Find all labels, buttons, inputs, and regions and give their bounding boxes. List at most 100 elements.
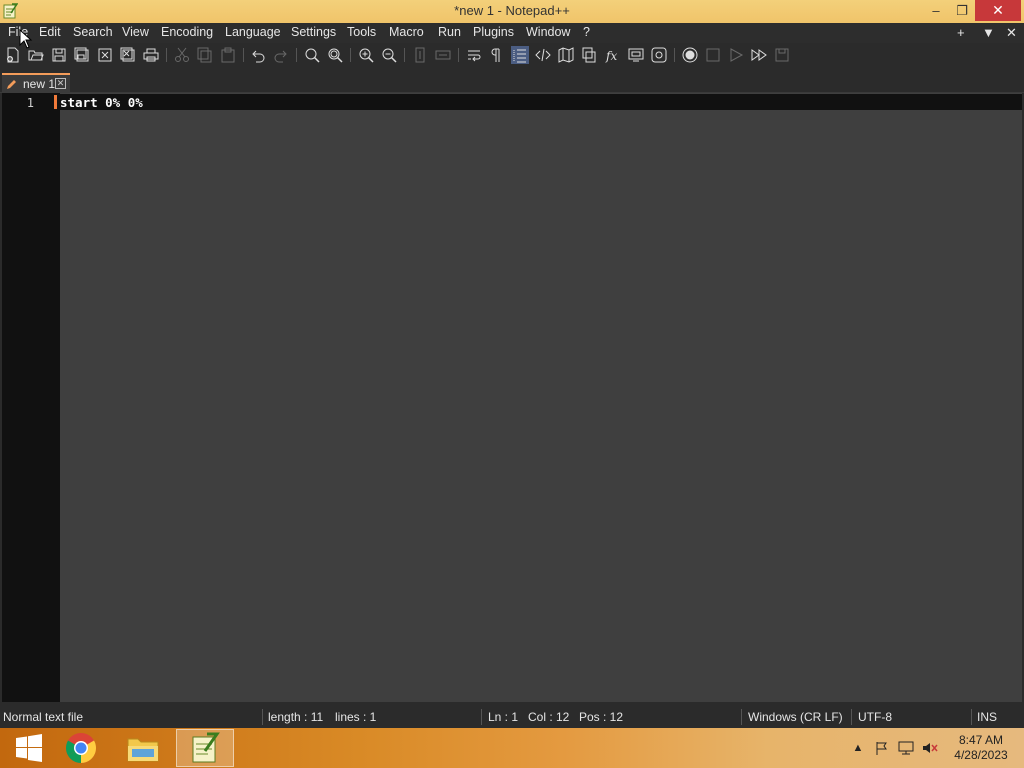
find-icon[interactable] [303,46,321,64]
folder-icon [127,738,159,762]
add-tab-button[interactable]: + [957,25,965,40]
undo-icon[interactable] [249,46,267,64]
status-pos: Pos : 12 [579,710,624,724]
document-list-icon[interactable] [580,46,598,64]
language-tag-icon[interactable] [534,46,552,64]
menu-run[interactable]: Run [438,25,461,39]
save-all-icon[interactable] [73,46,91,64]
status-ln: Ln : 1 [488,710,519,724]
indent-guide-icon[interactable] [511,46,529,64]
minimize-button[interactable]: – [922,0,950,21]
close-tab-button[interactable]: ✕ [1006,25,1017,41]
record-macro-icon[interactable] [681,46,699,64]
save-icon[interactable] [50,46,68,64]
zoom-out-icon[interactable] [380,46,398,64]
paste-icon[interactable] [219,46,237,64]
run-macro-multiple-icon[interactable] [750,46,768,64]
menu-search[interactable]: Search [73,25,113,39]
menu-bar: File Edit Search View Encoding Language … [0,23,1024,43]
svg-text:fx: fx [605,49,617,63]
tab-close-icon[interactable]: ✕ [55,78,66,89]
restore-button[interactable]: ❐ [948,0,976,21]
menu-help[interactable]: ? [583,25,590,39]
tab-new-1[interactable]: new 1 ✕ [2,73,70,93]
stop-macro-icon[interactable] [704,46,722,64]
windows-logo-icon [16,734,42,762]
clock-date: 4/28/2023 [954,748,1008,762]
toolbar-separator [458,48,459,62]
volume-muted-icon[interactable] [922,740,938,756]
editor-area[interactable]: 1 start 0% 0% [2,93,1022,702]
tab-list-dropdown[interactable]: ▼ [982,25,995,40]
status-length: length : 11 [268,710,324,724]
menu-edit[interactable]: Edit [39,25,61,39]
taskbar: ▲ 8:47 AM 4/28/2023 [0,728,1024,768]
monitoring-icon[interactable] [650,46,668,64]
line-number: 1 [26,96,34,110]
redo-icon[interactable] [272,46,290,64]
close-icon[interactable] [96,46,114,64]
status-bar: Normal text file length : 11 lines : 1 L… [0,707,1024,728]
taskbar-file-explorer[interactable] [114,729,172,767]
current-line-highlight [60,94,1022,110]
change-history-marker [54,95,57,109]
status-file-type: Normal text file [3,710,84,724]
action-center-flag-icon[interactable] [874,740,890,756]
save-macro-icon[interactable] [773,46,791,64]
chrome-icon [65,733,97,763]
taskbar-chrome[interactable] [52,729,110,767]
sync-vertical-icon[interactable] [411,46,429,64]
toolbar-separator [296,48,297,62]
function-list-icon[interactable]: fx [604,46,622,64]
menu-plugins[interactable]: Plugins [473,25,514,39]
status-separator [741,709,742,725]
status-separator [971,709,972,725]
play-macro-icon[interactable] [727,46,745,64]
word-wrap-icon[interactable] [465,46,483,64]
folder-as-workspace-icon[interactable] [627,46,645,64]
menu-view[interactable]: View [122,25,149,39]
replace-icon[interactable] [326,46,344,64]
toolbar-separator [404,48,405,62]
start-button[interactable] [0,729,58,767]
document-map-icon[interactable] [557,46,575,64]
clock-time: 8:47 AM [958,733,1004,747]
mouse-cursor-icon [19,29,33,49]
title-bar: *new 1 - Notepad++ – ❐ ✕ [0,0,1024,23]
network-icon[interactable] [898,740,914,756]
tab-label: new 1 [23,77,56,91]
toolbar-separator [350,48,351,62]
menu-encoding[interactable]: Encoding [161,25,213,39]
status-col: Col : 12 [528,710,570,724]
close-window-button[interactable]: ✕ [975,0,1021,21]
status-separator [262,709,263,725]
status-encoding: UTF-8 [858,710,892,724]
editor-line-text[interactable]: start 0% 0% [60,95,143,110]
zoom-in-icon[interactable] [357,46,375,64]
toolbar-separator [166,48,167,62]
copy-icon[interactable] [196,46,214,64]
line-number-gutter: 1 [2,93,60,702]
toolbar-separator [674,48,675,62]
sync-horizontal-icon[interactable] [434,46,452,64]
tab-bar: new 1 ✕ [0,67,1024,93]
status-lines: lines : 1 [335,710,377,724]
status-eol: Windows (CR LF) [748,710,843,724]
menu-macro[interactable]: Macro [389,25,424,39]
show-all-chars-icon[interactable] [488,46,506,64]
close-all-icon[interactable] [119,46,137,64]
window-title: *new 1 - Notepad++ [454,3,570,18]
print-icon[interactable] [142,46,160,64]
system-clock[interactable]: 8:47 AM 4/28/2023 [948,733,1014,763]
taskbar-notepad-plus-plus[interactable] [176,729,234,767]
menu-tools[interactable]: Tools [347,25,376,39]
toolbar-separator [243,48,244,62]
menu-settings[interactable]: Settings [291,25,336,39]
status-separator [481,709,482,725]
status-separator [851,709,852,725]
menu-language[interactable]: Language [225,25,281,39]
cut-icon[interactable] [173,46,191,64]
toolbar: fx [0,43,1024,67]
show-hidden-icons-button[interactable]: ▲ [850,740,866,756]
menu-window[interactable]: Window [526,25,570,39]
